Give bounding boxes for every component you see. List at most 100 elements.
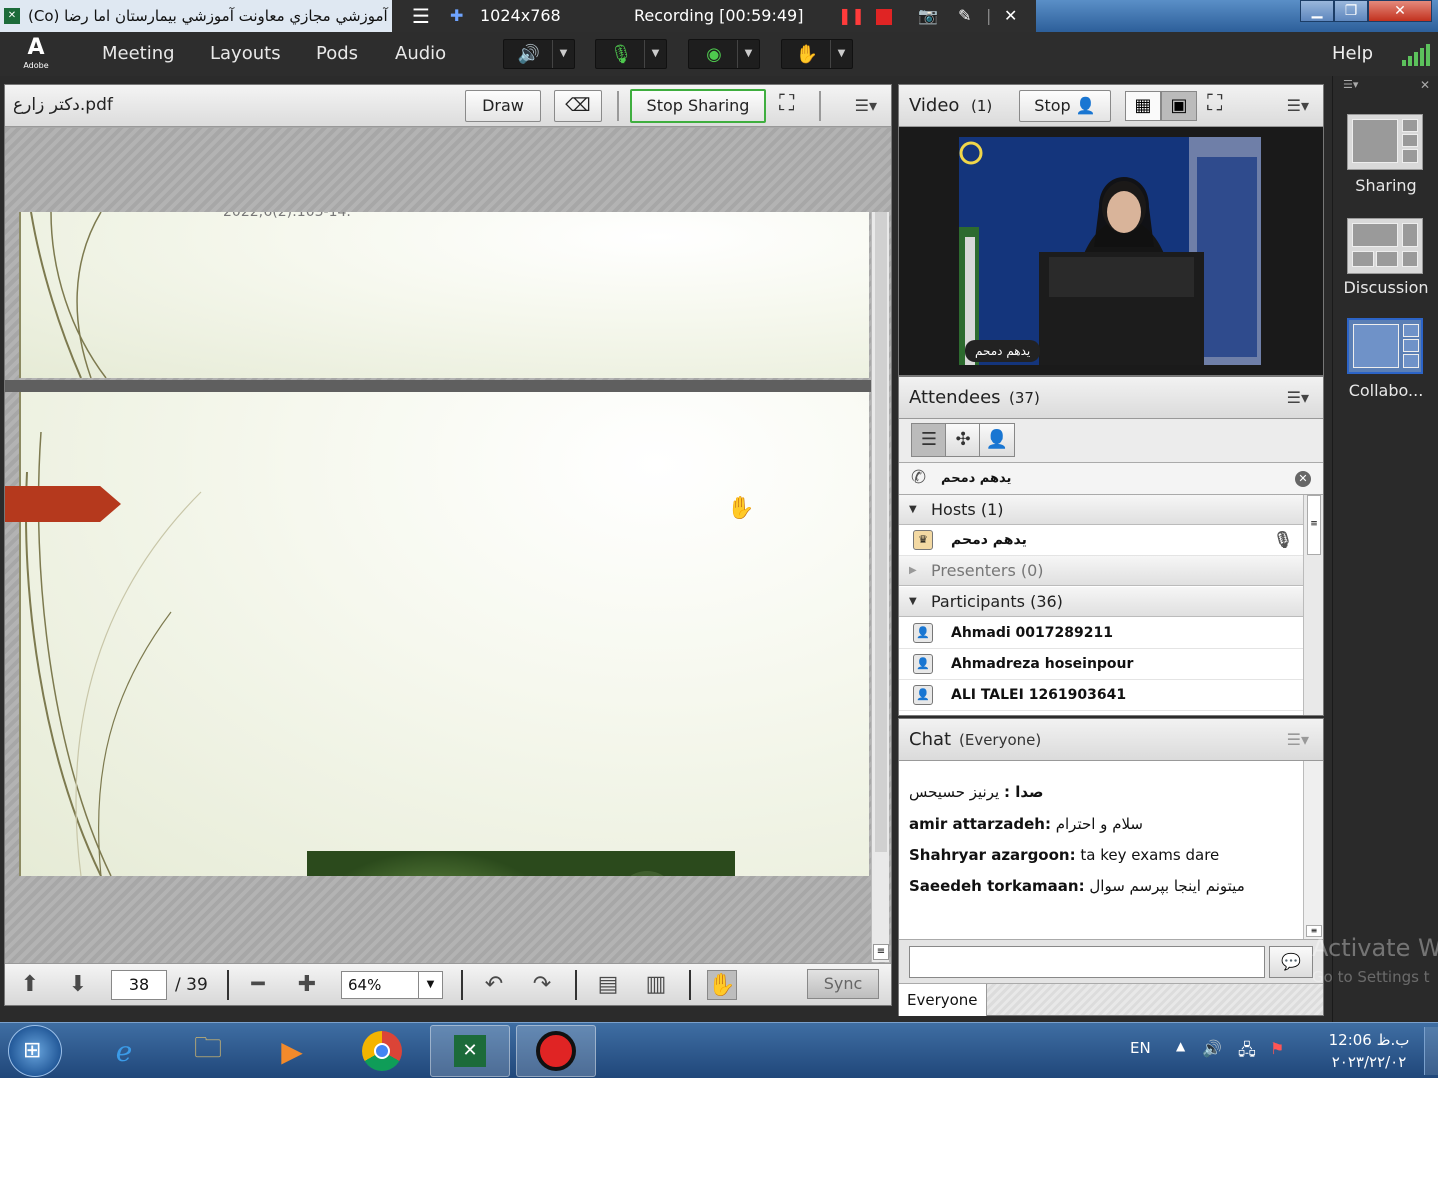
- internet-explorer-icon[interactable]: ℯ: [84, 1025, 164, 1077]
- zoom-select[interactable]: 64% ▼: [341, 971, 443, 999]
- status-dropdown[interactable]: ▼: [830, 40, 852, 68]
- webcam-dropdown[interactable]: ▼: [737, 40, 759, 68]
- speaker-dropdown[interactable]: ▼: [552, 40, 574, 68]
- fit-width-icon[interactable]: ▥: [641, 970, 671, 1000]
- chat-pod-header: Chat (Everyone) ☰▾: [899, 719, 1323, 761]
- minimize-button[interactable]: ▁: [1300, 0, 1334, 22]
- language-indicator[interactable]: EN: [1130, 1039, 1151, 1057]
- menu-help[interactable]: Help: [1332, 32, 1373, 76]
- chat-scrollbar[interactable]: ≡: [1303, 761, 1323, 939]
- grid-view-icon[interactable]: ▦: [1125, 91, 1161, 121]
- presenter-video: [959, 137, 1261, 365]
- expand-triangle-icon: ▼: [909, 596, 917, 607]
- restore-button[interactable]: ❐: [1334, 0, 1368, 22]
- group-presenters[interactable]: ▶ Presenters (0): [899, 556, 1303, 586]
- attendee-status-view-icon[interactable]: 👤: [979, 423, 1015, 457]
- filmstrip-view-icon[interactable]: ▣: [1161, 91, 1197, 121]
- rotate-left-icon[interactable]: ↶: [479, 970, 509, 1000]
- zoom-out-icon[interactable]: ━: [243, 970, 273, 1000]
- menu-pods[interactable]: Pods: [316, 32, 358, 76]
- recorder-taskbar-icon[interactable]: [516, 1025, 596, 1077]
- chat-message: amir attarzadeh: سلام و احترام: [909, 815, 1143, 833]
- group-hosts[interactable]: ▼ Hosts (1): [899, 495, 1303, 525]
- stop-record-icon[interactable]: [876, 0, 892, 32]
- adobe-connect-taskbar-icon[interactable]: ✕: [430, 1025, 510, 1077]
- breakout-view-icon[interactable]: ✣: [945, 423, 981, 457]
- layout-thumbnail-sharing[interactable]: [1347, 114, 1423, 170]
- participant-row[interactable]: 👤 Ahmadi 0017289211: [899, 618, 1303, 649]
- close-icon[interactable]: ✕: [1420, 78, 1430, 92]
- layout-thumbnail-collaboration[interactable]: [1347, 318, 1423, 374]
- share-pod-menu-icon[interactable]: ☰▾: [855, 85, 877, 127]
- volume-icon[interactable]: 🔊: [1202, 1039, 1222, 1058]
- fit-page-icon[interactable]: ▤: [593, 970, 623, 1000]
- sync-button[interactable]: Sync: [807, 969, 879, 999]
- stop-video-button[interactable]: Stop 👤: [1019, 90, 1111, 122]
- show-desktop-button[interactable]: [1424, 1027, 1438, 1075]
- group-participants[interactable]: ▼ Participants (36): [899, 587, 1303, 617]
- chat-input[interactable]: [909, 946, 1265, 978]
- show-hidden-icons-icon[interactable]: ▲: [1176, 1039, 1185, 1053]
- attendees-scrollbar[interactable]: ≡: [1303, 495, 1323, 715]
- page-number-input[interactable]: 38: [111, 970, 167, 1000]
- video-pod-menu-icon[interactable]: ☰▾: [1287, 85, 1309, 127]
- attendees-pod-menu-icon[interactable]: ☰▾: [1287, 377, 1309, 419]
- start-button[interactable]: ⊞: [8, 1025, 62, 1077]
- pan-hand-icon[interactable]: ✋: [707, 970, 737, 1000]
- layouts-menu-icon[interactable]: ☰▾: [1343, 78, 1358, 91]
- action-center-icon[interactable]: ⚑: [1270, 1039, 1284, 1058]
- fullscreen-icon[interactable]: ⛶: [1207, 91, 1222, 116]
- pen-icon[interactable]: ✎: [958, 0, 971, 32]
- network-icon[interactable]: 🖧: [1238, 1039, 1256, 1066]
- scrollbar-thumb[interactable]: ≡: [1307, 495, 1321, 555]
- vertical-scrollbar[interactable]: ≡: [871, 212, 889, 962]
- clock[interactable]: 12:06 ب.ظ ۲۰۲۳/۲۲/۰۲: [1316, 1029, 1422, 1073]
- participant-row[interactable]: 👤 Ahmadreza hoseinpour: [899, 649, 1303, 680]
- layout-label-sharing[interactable]: Sharing: [1333, 176, 1438, 195]
- close-window-button[interactable]: ✕: [1368, 0, 1432, 22]
- tab-everyone[interactable]: Everyone: [899, 984, 987, 1016]
- menu-audio[interactable]: Audio: [395, 32, 446, 76]
- camera-icon[interactable]: 📷: [918, 0, 938, 32]
- media-player-icon[interactable]: ▶: [252, 1025, 332, 1077]
- microphone-button[interactable]: 🎙 ▼: [595, 39, 667, 69]
- host-row[interactable]: ♛ یدهم دمحم 🎙: [899, 525, 1303, 556]
- scrollbar-thumb[interactable]: [875, 212, 887, 852]
- participant-row[interactable]: 👤 ALI TALEI 1261903641: [899, 680, 1303, 711]
- draw-button[interactable]: Draw: [465, 90, 541, 122]
- divider: [575, 970, 577, 1000]
- rotate-right-icon[interactable]: ↷: [527, 970, 557, 1000]
- pause-icon[interactable]: ❚❚: [838, 0, 865, 32]
- layout-thumbnail-discussion[interactable]: [1347, 218, 1423, 274]
- menu-layouts[interactable]: Layouts: [210, 32, 281, 76]
- speaker-button[interactable]: 🔊 ▼: [503, 39, 575, 69]
- layout-label-discussion[interactable]: Discussion: [1333, 278, 1438, 297]
- close-recording-icon[interactable]: ✕: [1004, 0, 1017, 32]
- recording-status: Recording [00:59:49]: [634, 6, 804, 25]
- file-explorer-icon[interactable]: 🗀: [168, 1025, 248, 1077]
- layout-label-collaboration[interactable]: Collabo...: [1333, 381, 1438, 400]
- document-viewer[interactable]: 2022;6(2):103-14. ✋ ≡: [5, 128, 891, 963]
- close-icon[interactable]: ✕: [1295, 471, 1311, 487]
- stop-sharing-button[interactable]: Stop Sharing: [630, 89, 766, 123]
- microphone-dropdown[interactable]: ▼: [644, 40, 666, 68]
- raise-hand-icon: ✋: [795, 44, 819, 65]
- menu-icon[interactable]: ☰: [412, 0, 430, 32]
- send-message-button[interactable]: 💬: [1269, 946, 1313, 978]
- zoom-in-icon[interactable]: ✚: [292, 970, 322, 1000]
- list-view-icon[interactable]: ☰: [911, 423, 947, 457]
- fullscreen-icon[interactable]: ⛶: [779, 91, 794, 116]
- scroll-grip-icon[interactable]: ≡: [873, 944, 889, 960]
- window-title-area: ✕ (Co) كلاس آموزشي مجازي معاونت آموزشي ب…: [0, 0, 392, 32]
- eraser-button[interactable]: ⌫: [554, 90, 602, 122]
- previous-page-icon[interactable]: ⬆: [15, 970, 45, 1000]
- raise-hand-button[interactable]: ✋ ▼: [781, 39, 853, 69]
- webcam-button[interactable]: ◉ ▼: [688, 39, 760, 69]
- divider: [617, 91, 619, 121]
- next-page-icon[interactable]: ⬇: [63, 970, 93, 1000]
- menu-meeting[interactable]: Meeting: [102, 32, 175, 76]
- chrome-icon[interactable]: [342, 1025, 422, 1077]
- video-pod-header: Video (1) Stop 👤 ▦ ▣ ⛶ ☰▾: [899, 85, 1323, 127]
- pin-icon[interactable]: ✚: [450, 0, 463, 32]
- chat-pod-menu-icon[interactable]: ☰▾: [1287, 719, 1309, 761]
